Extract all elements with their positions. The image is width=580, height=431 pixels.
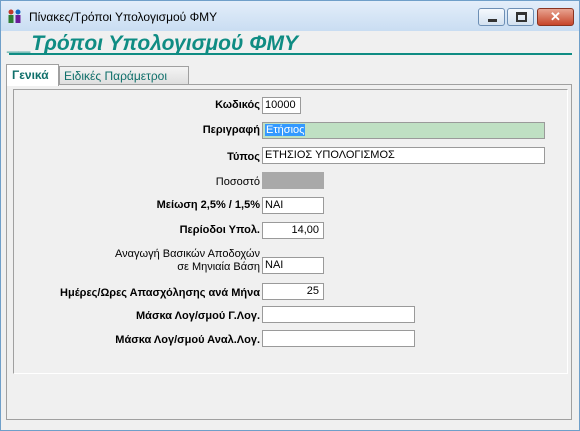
title-bar[interactable]: Πίνακες/Τρόποι Υπολογισμού ΦΜΥ ✕ bbox=[1, 1, 579, 31]
percentage-label: Ποσοστό bbox=[215, 176, 260, 188]
mask-al-field[interactable] bbox=[262, 330, 415, 347]
window-title: Πίνακες/Τρόποι Υπολογισμού ΦΜΥ bbox=[29, 10, 218, 24]
periods-label: Περίοδοι Υπολ. bbox=[179, 224, 260, 236]
minimize-button[interactable] bbox=[478, 8, 505, 26]
client-area: __Τρόποι Υπολογισμού ΦΜΥ Γενικά Ειδικές … bbox=[6, 31, 574, 424]
type-label: Τύπος bbox=[227, 151, 260, 163]
code-field[interactable]: 10000 bbox=[262, 97, 301, 114]
monthly-base-field[interactable]: ΝΑΙ bbox=[262, 257, 324, 274]
reduction-field[interactable]: ΝΑΙ bbox=[262, 197, 324, 214]
days-hours-field[interactable]: 25 bbox=[262, 283, 324, 300]
mask-al-label: Μάσκα Λογ/σμού Αναλ.Λογ. bbox=[115, 334, 260, 346]
monthly-base-label-line2: σε Μηνιαία Βάση bbox=[177, 261, 260, 273]
description-value: Ετήσιος bbox=[265, 124, 306, 136]
minimize-icon bbox=[488, 19, 497, 22]
tab-general[interactable]: Γενικά bbox=[6, 64, 59, 86]
close-button[interactable]: ✕ bbox=[537, 8, 574, 26]
monthly-base-label-line1: Αναγωγή Βασικών Αποδοχών bbox=[115, 248, 260, 260]
mask-gl-label: Μάσκα Λογ/σμού Γ.Λογ. bbox=[136, 310, 260, 322]
app-window: Πίνακες/Τρόποι Υπολογισμού ΦΜΥ ✕ __Τρόπο… bbox=[0, 0, 580, 431]
close-icon: ✕ bbox=[550, 9, 561, 24]
mask-gl-field[interactable] bbox=[262, 306, 415, 323]
maximize-button[interactable] bbox=[507, 8, 534, 26]
reduction-label: Μείωση 2,5% / 1,5% bbox=[156, 199, 260, 211]
days-hours-label: Ημέρες/Ωρες Απασχόλησης ανά Μήνα bbox=[60, 287, 260, 299]
description-field[interactable]: Ετήσιος bbox=[262, 122, 545, 139]
app-people-icon bbox=[8, 9, 21, 23]
code-label: Κωδικός bbox=[215, 99, 260, 111]
description-label: Περιγραφή bbox=[202, 124, 260, 136]
periods-field[interactable]: 14,00 bbox=[262, 222, 324, 239]
type-field[interactable]: ΕΤΗΣΙΟΣ ΥΠΟΛΟΓΙΣΜΟΣ bbox=[262, 147, 545, 164]
percentage-field bbox=[262, 172, 324, 189]
tab-special-parameters[interactable]: Ειδικές Παράμετροι bbox=[59, 66, 189, 86]
maximize-icon bbox=[516, 12, 527, 22]
title-underline bbox=[9, 53, 572, 55]
